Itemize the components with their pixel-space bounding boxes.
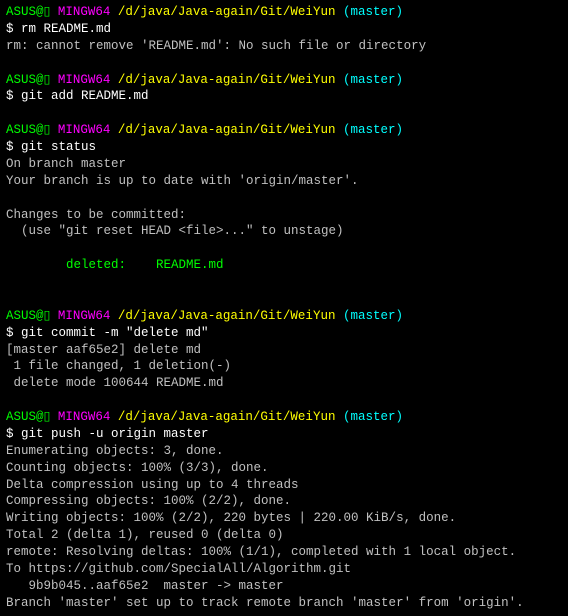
prompt-line: ASUS@▯ MINGW64 /d/java/Java-again/Git/We… xyxy=(6,122,562,139)
dollar: $ xyxy=(6,89,21,103)
command-line: $ git add README.md xyxy=(6,88,562,105)
prompt-line: ASUS@▯ MINGW64 /d/java/Java-again/Git/We… xyxy=(6,409,562,426)
command-line: $ git status xyxy=(6,139,562,156)
blank-line xyxy=(6,392,562,409)
user-host: ASUS@▯ xyxy=(6,5,50,19)
dollar: $ xyxy=(6,427,21,441)
output-line: Writing objects: 100% (2/2), 220 bytes |… xyxy=(6,510,562,527)
user-host: ASUS@▯ xyxy=(6,410,50,424)
blank-line xyxy=(6,291,562,308)
blank-line xyxy=(6,105,562,122)
branch: (master) xyxy=(335,5,403,19)
output-line: 9b9b045..aaf65e2 master -> master xyxy=(6,578,562,595)
shell-name: MINGW64 xyxy=(50,309,118,323)
shell-name: MINGW64 xyxy=(50,73,118,87)
branch: (master) xyxy=(335,73,403,87)
cwd-path: /d/java/Java-again/Git/WeiYun xyxy=(118,73,336,87)
branch: (master) xyxy=(335,309,403,323)
output-line: [master aaf65e2] delete md xyxy=(6,342,562,359)
blank-line xyxy=(6,55,562,72)
output-line: 1 file changed, 1 deletion(-) xyxy=(6,358,562,375)
user-host: ASUS@▯ xyxy=(6,73,50,87)
command: git status xyxy=(21,140,96,154)
cwd-path: /d/java/Java-again/Git/WeiYun xyxy=(118,5,336,19)
output-line: Counting objects: 100% (3/3), done. xyxy=(6,460,562,477)
blank-line xyxy=(6,190,562,207)
user-host: ASUS@▯ xyxy=(6,123,50,137)
blank-line xyxy=(6,240,562,257)
output-line: Changes to be committed: xyxy=(6,207,562,224)
shell-name: MINGW64 xyxy=(50,410,118,424)
cwd-path: /d/java/Java-again/Git/WeiYun xyxy=(118,123,336,137)
dollar: $ xyxy=(6,140,21,154)
cwd-path: /d/java/Java-again/Git/WeiYun xyxy=(118,410,336,424)
shell-name: MINGW64 xyxy=(50,5,118,19)
output-line: Compressing objects: 100% (2/2), done. xyxy=(6,493,562,510)
command-line: $ git commit -m "delete md" xyxy=(6,325,562,342)
output-line: On branch master xyxy=(6,156,562,173)
terminal-output[interactable]: ASUS@▯ MINGW64 /d/java/Java-again/Git/We… xyxy=(6,4,562,612)
prompt-line: ASUS@▯ MINGW64 /d/java/Java-again/Git/We… xyxy=(6,4,562,21)
output-line: Your branch is up to date with 'origin/m… xyxy=(6,173,562,190)
output-line: remote: Resolving deltas: 100% (1/1), co… xyxy=(6,544,562,561)
command-line: $ rm README.md xyxy=(6,21,562,38)
dollar: $ xyxy=(6,326,21,340)
prompt-line: ASUS@▯ MINGW64 /d/java/Java-again/Git/We… xyxy=(6,308,562,325)
command: git push -u origin master xyxy=(21,427,209,441)
shell-name: MINGW64 xyxy=(50,123,118,137)
blank-line xyxy=(6,274,562,291)
branch: (master) xyxy=(335,410,403,424)
command: git commit -m "delete md" xyxy=(21,326,209,340)
staged-deleted-line: deleted: README.md xyxy=(6,257,562,274)
output-line: rm: cannot remove 'README.md': No such f… xyxy=(6,38,562,55)
cwd-path: /d/java/Java-again/Git/WeiYun xyxy=(118,309,336,323)
branch: (master) xyxy=(335,123,403,137)
output-line: delete mode 100644 README.md xyxy=(6,375,562,392)
command: rm README.md xyxy=(21,22,111,36)
command: git add README.md xyxy=(21,89,149,103)
output-line: Enumerating objects: 3, done. xyxy=(6,443,562,460)
output-line: To https://github.com/SpecialAll/Algorit… xyxy=(6,561,562,578)
output-line: Delta compression using up to 4 threads xyxy=(6,477,562,494)
output-line: (use "git reset HEAD <file>..." to unsta… xyxy=(6,223,562,240)
prompt-line: ASUS@▯ MINGW64 /d/java/Java-again/Git/We… xyxy=(6,72,562,89)
user-host: ASUS@▯ xyxy=(6,309,50,323)
output-line: Total 2 (delta 1), reused 0 (delta 0) xyxy=(6,527,562,544)
output-line: Branch 'master' set up to track remote b… xyxy=(6,595,562,612)
dollar: $ xyxy=(6,22,21,36)
command-line: $ git push -u origin master xyxy=(6,426,562,443)
